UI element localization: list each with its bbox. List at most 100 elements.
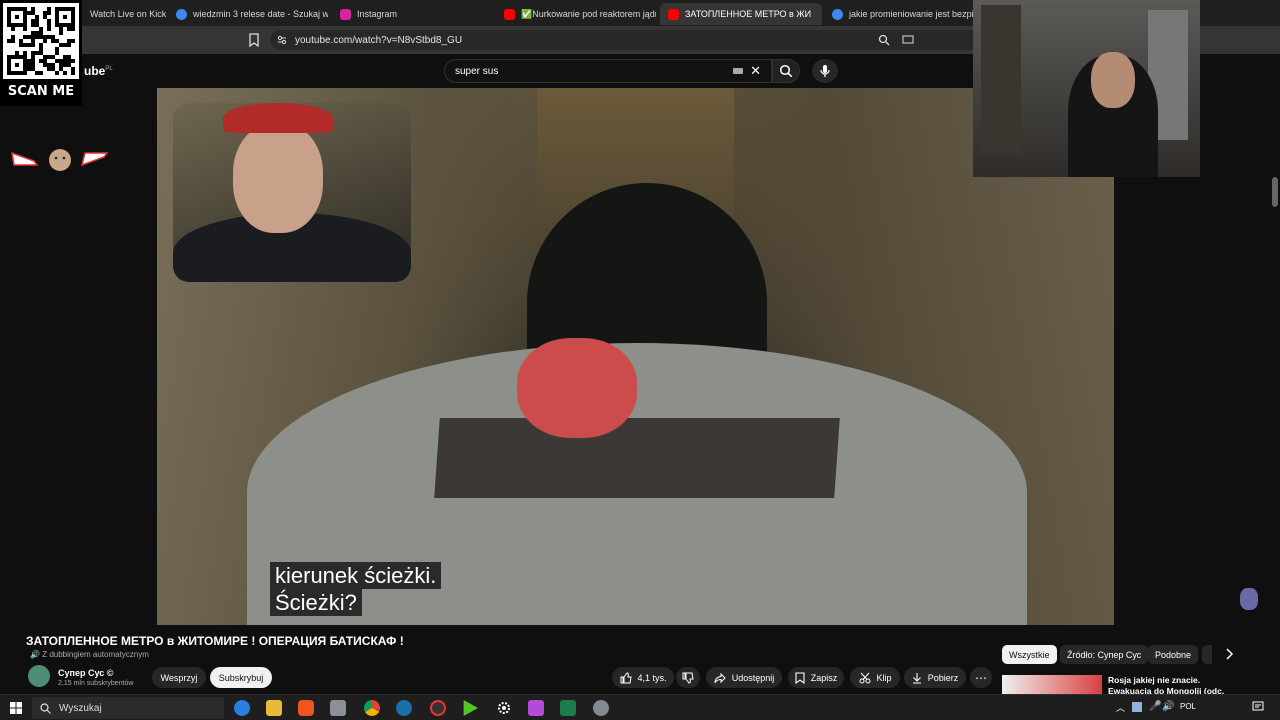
dubbing-icon: 🔊 <box>30 650 40 659</box>
app-icon-gray[interactable] <box>593 700 609 716</box>
page-scrollbar[interactable] <box>1272 177 1278 207</box>
red-bag <box>517 338 637 438</box>
chip-more[interactable] <box>1202 645 1212 664</box>
youtube-logo[interactable]: ubePL <box>84 64 113 78</box>
keyboard-language[interactable]: POL <box>1180 702 1196 711</box>
more-actions-button[interactable]: ⋯ <box>970 667 992 688</box>
person-cap <box>223 103 333 133</box>
channel-avatar[interactable] <box>28 665 50 687</box>
chip-all[interactable]: Wszystkie <box>1002 645 1057 664</box>
volume-icon[interactable]: 🔊 <box>1162 701 1174 712</box>
microphone-icon[interactable]: 🎤 <box>1149 701 1161 712</box>
video-subtitles: kierunek ścieżki. Ścieżki? <box>270 562 442 616</box>
tab-label: Instagram <box>357 9 398 19</box>
google-icon <box>832 8 843 20</box>
youtube-icon <box>504 8 515 20</box>
save-icon <box>795 671 805 684</box>
video-title: ЗАТОПЛЕННОЕ МЕТРО в ЖИТОМИРЕ ! ОПЕРАЦИЯ … <box>26 634 404 648</box>
dubbing-text: Z dubbingiem automatycznym <box>42 650 149 659</box>
chrome-icon[interactable] <box>364 700 380 716</box>
qr-code-image <box>3 3 79 79</box>
support-label: Wesprzyj <box>160 672 198 683</box>
chip-source[interactable]: Źródło: Супер Сус <box>1060 645 1149 664</box>
steam-icon[interactable] <box>396 700 412 716</box>
search-icon <box>40 702 51 714</box>
subtitle-line-1: kierunek ścieżki. <box>270 562 442 589</box>
url-field[interactable]: youtube.com/watch?v=N8vStbd8_GU <box>270 30 980 50</box>
download-button[interactable]: Pobierz <box>904 667 966 688</box>
search-button[interactable] <box>772 59 800 83</box>
taskbar-search-placeholder: Wyszukaj <box>59 702 102 714</box>
save-button[interactable]: Zapisz <box>788 667 844 688</box>
like-button[interactable]: 4,1 tys. <box>612 667 674 688</box>
voice-search-button[interactable] <box>812 59 838 83</box>
rec-title-line-1: Rosja jakiej nie znacie. <box>1108 675 1201 685</box>
app-icon-purple[interactable] <box>528 700 544 716</box>
obs-icon[interactable] <box>430 700 446 716</box>
taskbar-search[interactable]: Wyszukaj <box>32 697 224 719</box>
microphone-icon <box>820 64 830 78</box>
subtitle-line-2: Ścieżki? <box>270 589 362 616</box>
network-icon[interactable] <box>1132 702 1142 712</box>
url-text: youtube.com/watch?v=N8vStbd8_GU <box>295 34 463 46</box>
tab-label: wiedzmin 3 relese date - Szukaj w Go <box>193 9 328 19</box>
scissors-icon <box>859 672 871 684</box>
support-button[interactable]: Wesprzyj <box>152 667 206 688</box>
logo-country: PL <box>105 66 113 72</box>
share-icon <box>714 672 726 684</box>
tab-label: Watch Live on Kick <box>90 9 167 19</box>
search-icon <box>779 64 793 78</box>
windows-start-icon[interactable] <box>10 702 22 714</box>
tab-kick[interactable]: Watch Live on Kick <box>82 3 168 25</box>
shelf <box>981 5 1021 155</box>
search-input[interactable]: super sus ✕ <box>444 59 772 83</box>
tab-youtube-nurkowanie[interactable]: ✅Nurkowanie pod reaktorem jądro <box>496 3 656 25</box>
tab-google-wiedzmin[interactable]: wiedzmin 3 relese date - Szukaj w Go <box>168 3 328 25</box>
person-face <box>233 123 323 233</box>
thumbs-up-icon <box>620 671 632 684</box>
subscribe-label: Subskrybuj <box>218 672 264 683</box>
download-label: Pobierz <box>927 672 959 683</box>
tab-youtube-active[interactable]: ЗАТОПЛЕННОЕ МЕТРО в ЖИ ✕ <box>660 3 822 25</box>
scan-me-label: SCAN ME <box>7 84 75 99</box>
instagram-icon <box>340 8 351 20</box>
tab-instagram[interactable]: Instagram <box>332 3 492 25</box>
clip-label: Klip <box>876 672 892 683</box>
clear-search-icon[interactable]: ✕ <box>750 63 761 79</box>
recommendation-thumbnail[interactable] <box>1002 675 1102 696</box>
keyboard-icon[interactable] <box>733 68 743 74</box>
streamer-webcam <box>973 0 1200 177</box>
search-query: super sus <box>455 65 499 77</box>
logo-text: ube <box>84 64 106 78</box>
app-icon-green[interactable] <box>560 700 576 716</box>
channel-name[interactable]: Супер Сус © <box>58 668 113 678</box>
tray-chevron-icon[interactable]: ︿ <box>1116 701 1125 714</box>
small-avatar-icon <box>1240 588 1258 610</box>
app-icon[interactable] <box>330 700 346 716</box>
chip-related[interactable]: Podobne <box>1148 645 1199 664</box>
google-icon <box>176 8 187 20</box>
tab-label: jakie promieniowanie jest bezpieczn <box>849 9 974 19</box>
share-button[interactable]: Udostępnij <box>706 667 782 688</box>
tab-label: ЗАТОПЛЕННОЕ МЕТРО в ЖИ <box>685 9 812 19</box>
bookmark-icon[interactable] <box>248 33 260 47</box>
cast-icon[interactable] <box>902 34 914 46</box>
play-icon[interactable] <box>463 700 478 716</box>
subscribe-button[interactable]: Subskrybuj <box>210 667 272 688</box>
dubbing-note: 🔊 Z dubbingiem automatycznym <box>30 650 149 659</box>
subscriber-count: 2,15 mln subskrybentów <box>58 680 134 687</box>
settings-gear-icon[interactable] <box>496 700 512 716</box>
zoom-icon[interactable] <box>878 34 890 46</box>
clip-button[interactable]: Klip <box>850 667 900 688</box>
more-icon: ⋯ <box>975 670 987 685</box>
chevron-right-icon[interactable] <box>1224 648 1234 660</box>
youtube-icon <box>668 8 679 20</box>
site-info-icon[interactable] <box>277 35 287 45</box>
dislike-button[interactable] <box>676 667 700 688</box>
edge-icon[interactable] <box>234 700 250 716</box>
notifications-icon[interactable] <box>1252 701 1264 713</box>
brave-icon[interactable] <box>298 700 314 716</box>
save-label: Zapisz <box>810 672 838 683</box>
file-explorer-icon[interactable] <box>266 700 282 716</box>
tab-google-promieniowanie[interactable]: jakie promieniowanie jest bezpieczn <box>824 3 974 25</box>
